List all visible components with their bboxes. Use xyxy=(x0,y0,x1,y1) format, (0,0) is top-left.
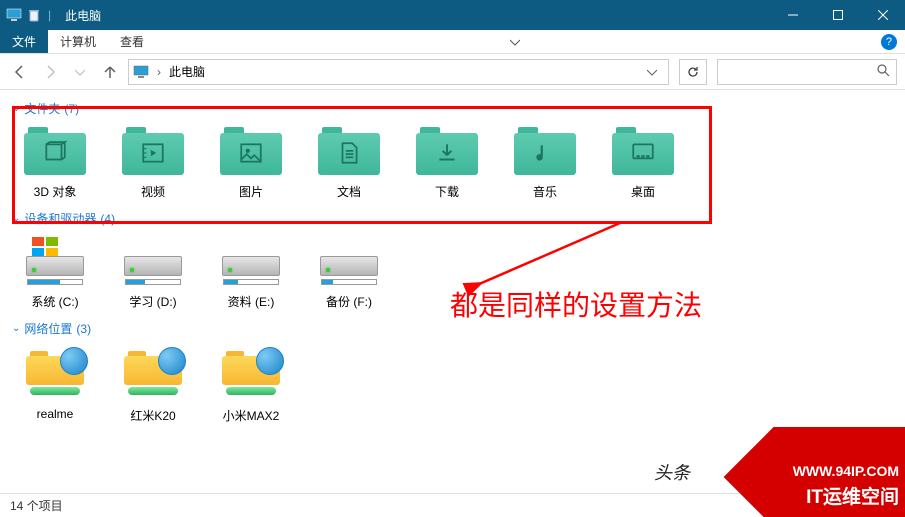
pc-icon xyxy=(133,64,149,80)
network-label: 红米K20 xyxy=(130,407,175,424)
section-folders-header[interactable]: ⌄ 文件夹 (7) xyxy=(12,100,893,117)
network-label: 小米MAX2 xyxy=(223,407,280,424)
globe-icon xyxy=(256,347,284,375)
drive-label: 系统 (C:) xyxy=(31,293,78,310)
folder-icon xyxy=(220,127,282,175)
folder-icon xyxy=(514,127,576,175)
globe-icon xyxy=(60,347,88,375)
drive-label: 备份 (F:) xyxy=(326,293,372,310)
forward-button[interactable] xyxy=(38,60,62,84)
network-folder-icon xyxy=(222,347,280,399)
chevron-down-icon: ⌄ xyxy=(12,103,20,114)
drive-grid: 系统 (C:) 学习 (D:) 资料 (E:) 备份 (F:) xyxy=(12,231,893,320)
folder-icon xyxy=(612,127,674,175)
search-input[interactable] xyxy=(717,59,897,85)
globe-icon xyxy=(158,347,186,375)
refresh-button[interactable] xyxy=(679,59,707,85)
folder-label: 桌面 xyxy=(631,183,655,200)
status-item-count: 14 个项目 xyxy=(10,497,63,514)
folder-icon xyxy=(24,127,86,175)
menu-bar: 文件 计算机 查看 ? xyxy=(0,30,905,54)
folder-item[interactable]: 下载 xyxy=(408,127,486,200)
window-title: 此电脑 xyxy=(65,7,101,24)
menu-file[interactable]: 文件 xyxy=(0,30,48,53)
chevron-down-icon: ⌄ xyxy=(12,323,20,334)
status-bar: 14 个项目 xyxy=(0,493,905,517)
address-bar[interactable]: › 此电脑 xyxy=(128,59,669,85)
section-folders-count: (7) xyxy=(64,102,79,116)
chevron-down-icon: ⌄ xyxy=(12,213,20,224)
drive-icon xyxy=(24,237,86,285)
folder-icon xyxy=(318,127,380,175)
separator: | xyxy=(46,8,53,22)
section-drives-header[interactable]: ⌄ 设备和驱动器 (4) xyxy=(12,210,893,227)
ribbon-toggle[interactable] xyxy=(510,30,528,53)
content-area: ⌄ 文件夹 (7) 3D 对象 视频 图片 文档 下载 xyxy=(0,90,905,444)
drive-item[interactable]: 学习 (D:) xyxy=(114,237,192,310)
nav-bar: › 此电脑 xyxy=(0,54,905,90)
search-icon xyxy=(876,63,890,80)
title-bar: | 此电脑 xyxy=(0,0,905,30)
network-item[interactable]: 小米MAX2 xyxy=(212,347,290,424)
address-dropdown[interactable] xyxy=(640,60,664,84)
folder-label: 图片 xyxy=(239,183,263,200)
network-folder-icon xyxy=(124,347,182,399)
folder-item[interactable]: 视频 xyxy=(114,127,192,200)
folder-item[interactable]: 桌面 xyxy=(604,127,682,200)
drive-icon xyxy=(220,237,282,285)
folder-icon xyxy=(416,127,478,175)
trash-icon xyxy=(26,7,42,23)
drive-item[interactable]: 备份 (F:) xyxy=(310,237,388,310)
folder-label: 3D 对象 xyxy=(34,183,77,200)
pc-icon xyxy=(6,7,22,23)
folder-item[interactable]: 3D 对象 xyxy=(16,127,94,200)
section-network-count: (3) xyxy=(76,322,91,336)
folder-label: 下载 xyxy=(435,183,459,200)
breadcrumb-location[interactable]: 此电脑 xyxy=(169,63,205,80)
folder-label: 文档 xyxy=(337,183,361,200)
back-button[interactable] xyxy=(8,60,32,84)
help-icon: ? xyxy=(881,34,897,50)
section-drives-count: (4) xyxy=(100,212,115,226)
up-button[interactable] xyxy=(98,60,122,84)
menu-view[interactable]: 查看 xyxy=(108,30,156,53)
folder-item[interactable]: 图片 xyxy=(212,127,290,200)
close-button[interactable] xyxy=(860,0,905,30)
folder-grid: 3D 对象 视频 图片 文档 下载 音乐 桌面 xyxy=(12,121,893,210)
drive-item[interactable]: 资料 (E:) xyxy=(212,237,290,310)
folder-label: 视频 xyxy=(141,183,165,200)
help-button[interactable]: ? xyxy=(881,30,905,53)
drive-item[interactable]: 系统 (C:) xyxy=(16,237,94,310)
network-grid: realme 红米K20 小米MAX2 xyxy=(12,341,893,434)
folder-item[interactable]: 文档 xyxy=(310,127,388,200)
drive-label: 资料 (E:) xyxy=(228,293,275,310)
network-folder-icon xyxy=(26,347,84,399)
folder-item[interactable]: 音乐 xyxy=(506,127,584,200)
watermark-url: WWW.94IP.COM xyxy=(793,463,899,479)
section-folders-label: 文件夹 xyxy=(24,100,60,117)
drive-label: 学习 (D:) xyxy=(129,293,176,310)
chevron-right-icon[interactable]: › xyxy=(153,65,165,79)
network-item[interactable]: realme xyxy=(16,347,94,424)
watermark-tou: 头条 xyxy=(654,459,690,485)
network-item[interactable]: 红米K20 xyxy=(114,347,192,424)
menu-computer[interactable]: 计算机 xyxy=(48,30,108,53)
maximize-button[interactable] xyxy=(815,0,860,30)
network-label: realme xyxy=(37,407,74,421)
drive-icon xyxy=(122,237,184,285)
section-network-label: 网络位置 xyxy=(24,320,72,337)
drive-icon xyxy=(318,237,380,285)
minimize-button[interactable] xyxy=(770,0,815,30)
folder-label: 音乐 xyxy=(533,183,557,200)
section-drives-label: 设备和驱动器 xyxy=(24,210,96,227)
section-network-header[interactable]: ⌄ 网络位置 (3) xyxy=(12,320,893,337)
recent-dropdown[interactable] xyxy=(68,60,92,84)
folder-icon xyxy=(122,127,184,175)
